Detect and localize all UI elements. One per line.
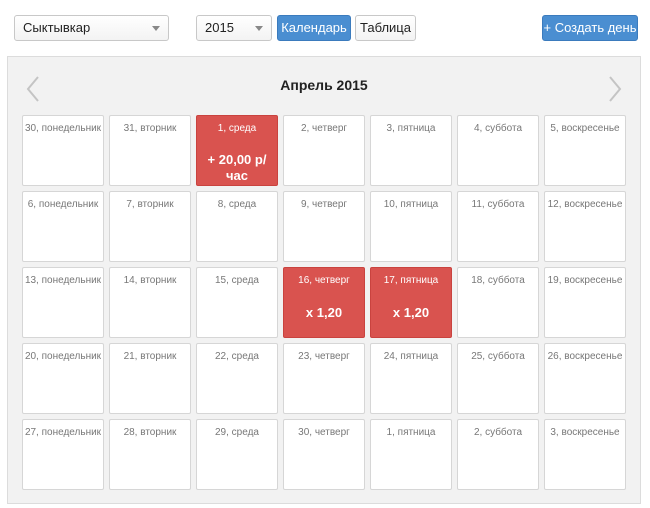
day-label: 9, четверг — [300, 199, 348, 210]
day-cell[interactable]: 8, среда — [196, 191, 278, 262]
day-cell[interactable]: 2, четверг — [283, 115, 365, 186]
toolbar: Сыктывкар 2015 Календарь Таблица + Созда… — [0, 0, 650, 56]
day-cell[interactable]: 26, воскресенье — [544, 343, 626, 414]
day-label: 12, воскресенье — [547, 199, 623, 210]
day-cell[interactable]: 25, суббота — [457, 343, 539, 414]
day-label: 14, вторник — [123, 275, 177, 286]
day-label: 8, среда — [217, 199, 257, 210]
day-label: 3, пятница — [386, 123, 436, 134]
day-cell[interactable]: 18, суббота — [457, 267, 539, 338]
day-cell[interactable]: 17, пятница x 1,20 — [370, 267, 452, 338]
day-cell[interactable]: 30, понедельник — [22, 115, 104, 186]
day-label: 18, суббота — [471, 275, 525, 286]
day-cell[interactable]: 3, пятница — [370, 115, 452, 186]
day-label: 11, суббота — [471, 199, 525, 210]
day-label: 13, понедельник — [24, 275, 102, 286]
day-cell[interactable]: 4, суббота — [457, 115, 539, 186]
day-cell[interactable]: 13, понедельник — [22, 267, 104, 338]
day-cell[interactable]: 15, среда — [196, 267, 278, 338]
day-label: 3, воскресенье — [550, 427, 620, 438]
day-label: 29, среда — [215, 427, 259, 438]
day-cell[interactable]: 30, четверг — [283, 419, 365, 490]
chevron-right-icon[interactable] — [608, 75, 622, 103]
day-cell[interactable]: 23, четверг — [283, 343, 365, 414]
day-cell[interactable]: 12, воскресенье — [544, 191, 626, 262]
day-label: 2, четверг — [300, 123, 348, 134]
chevron-down-icon — [152, 26, 160, 31]
day-cell[interactable]: 19, воскресенье — [544, 267, 626, 338]
calendar-grid: 30, понедельник 31, вторник 1, среда + 20,0… — [22, 115, 626, 490]
day-cell[interactable]: 21, вторник — [109, 343, 191, 414]
day-label: 6, понедельник — [27, 199, 99, 210]
day-label: 19, воскресенье — [547, 275, 623, 286]
day-label: 5, воскресенье — [550, 123, 620, 134]
day-cell[interactable]: 7, вторник — [109, 191, 191, 262]
year-select-value: 2015 — [205, 20, 234, 35]
day-label: 31, вторник — [123, 123, 177, 134]
city-select-value: Сыктывкар — [23, 20, 91, 35]
day-label: 24, пятница — [383, 351, 439, 362]
day-cell[interactable]: 28, вторник — [109, 419, 191, 490]
day-cell[interactable]: 14, вторник — [109, 267, 191, 338]
day-cell[interactable]: 2, суббота — [457, 419, 539, 490]
table-view-button[interactable]: Таблица — [355, 15, 416, 41]
day-value: x 1,20 — [305, 305, 343, 320]
day-label: 25, суббота — [471, 351, 525, 362]
calendar-view-button[interactable]: Календарь — [277, 15, 351, 41]
day-cell[interactable]: 27, понедельник — [22, 419, 104, 490]
calendar-panel: Апрель 2015 30, понедельник 31, вторник 1,… — [7, 56, 641, 504]
chevron-down-icon — [255, 26, 263, 31]
day-label: 27, понедельник — [24, 427, 102, 438]
day-value: x 1,20 — [392, 305, 430, 320]
day-label: 28, вторник — [123, 427, 177, 438]
day-cell[interactable]: 9, четверг — [283, 191, 365, 262]
day-label: 7, вторник — [126, 199, 174, 210]
day-label: 15, среда — [215, 275, 259, 286]
day-cell[interactable]: 3, воскресенье — [544, 419, 626, 490]
day-value: + 20,00 р/ час — [207, 152, 267, 183]
day-label: 21, вторник — [123, 351, 177, 362]
city-select[interactable]: Сыктывкар — [14, 15, 169, 41]
day-cell[interactable]: 5, воскресенье — [544, 115, 626, 186]
month-title: Апрель 2015 — [280, 77, 368, 93]
day-cell[interactable]: 22, среда — [196, 343, 278, 414]
day-cell[interactable]: 16, четверг x 1,20 — [283, 267, 365, 338]
day-cell[interactable]: 29, среда — [196, 419, 278, 490]
day-label: 1, среда — [217, 123, 257, 134]
day-cell[interactable]: 1, пятница — [370, 419, 452, 490]
day-cell[interactable]: 1, среда + 20,00 р/ час — [196, 115, 278, 186]
day-cell[interactable]: 11, суббота — [457, 191, 539, 262]
day-cell[interactable]: 20, понедельник — [22, 343, 104, 414]
day-label: 4, суббота — [473, 123, 523, 134]
create-day-button[interactable]: + Создать день — [542, 15, 638, 41]
day-label: 20, понедельник — [24, 351, 102, 362]
day-cell[interactable]: 31, вторник — [109, 115, 191, 186]
day-label: 30, понедельник — [24, 123, 102, 134]
day-label: 26, воскресенье — [547, 351, 623, 362]
day-cell[interactable]: 24, пятница — [370, 343, 452, 414]
day-cell[interactable]: 6, понедельник — [22, 191, 104, 262]
day-label: 10, пятница — [383, 199, 439, 210]
day-cell[interactable]: 10, пятница — [370, 191, 452, 262]
day-label: 30, четверг — [298, 427, 350, 438]
day-label: 2, суббота — [473, 427, 523, 438]
day-label: 17, пятница — [383, 275, 439, 286]
day-label: 16, четверг — [298, 275, 350, 286]
year-select[interactable]: 2015 — [196, 15, 272, 41]
day-label: 23, четверг — [298, 351, 350, 362]
day-label: 1, пятница — [386, 427, 436, 438]
day-label: 22, среда — [215, 351, 259, 362]
